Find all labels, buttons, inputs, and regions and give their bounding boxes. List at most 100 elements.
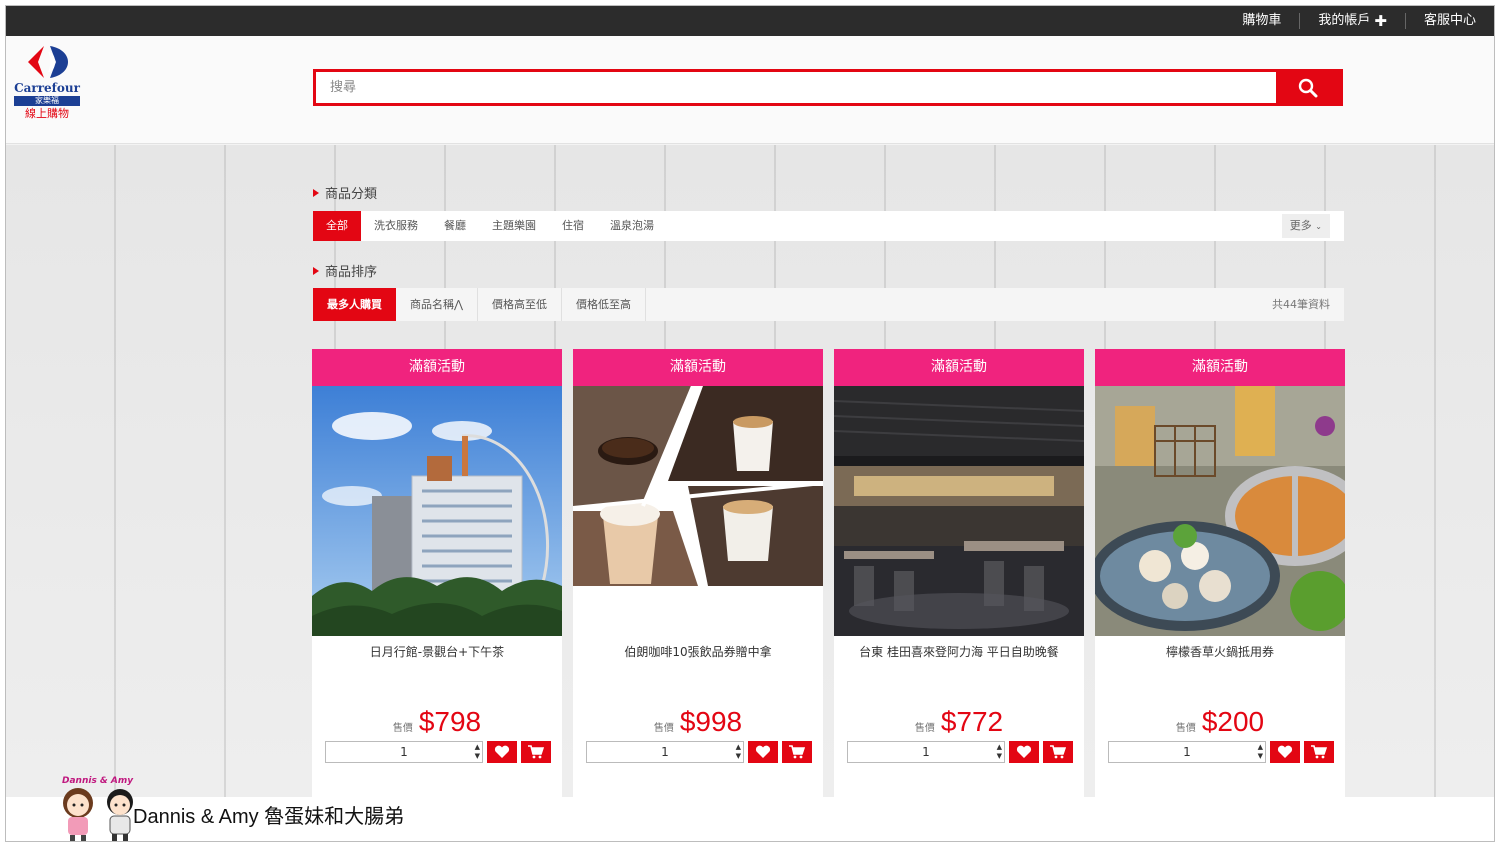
product-card[interactable]: 滿額活動 伯朗咖啡10張飲品券贈中拿 售價 $998 1 ▲ ▼ bbox=[573, 349, 823, 798]
heart-icon bbox=[1016, 745, 1032, 758]
price-value: $998 bbox=[679, 706, 743, 737]
product-image[interactable] bbox=[573, 386, 823, 636]
price-label: 售價 bbox=[653, 723, 674, 734]
price-label: 售價 bbox=[392, 723, 413, 734]
price-row: 售價 $998 bbox=[573, 706, 823, 740]
cart-link-label: 購物車 bbox=[1242, 13, 1282, 28]
logo-sub-blue: 家樂福 bbox=[14, 96, 80, 106]
product-title[interactable]: 伯朗咖啡10張飲品券贈中拿 bbox=[573, 636, 823, 706]
stepper-arrows-icon[interactable]: ▲ ▼ bbox=[1258, 743, 1263, 761]
cart-icon bbox=[528, 745, 544, 759]
sort-title-text: 商品排序 bbox=[325, 265, 378, 280]
sort-most-purchased[interactable]: 最多人購買 bbox=[313, 288, 396, 321]
account-link[interactable]: 我的帳戶 ✚ bbox=[1299, 13, 1405, 29]
stepper-arrows-icon[interactable]: ▲ ▼ bbox=[736, 743, 741, 761]
sort-bar: 最多人購買 商品名稱⋀ 價格高至低 價格低至高 共44筆資料 bbox=[313, 288, 1344, 321]
quantity-value: 1 bbox=[400, 745, 408, 759]
quantity-value: 1 bbox=[661, 745, 669, 759]
more-label: 更多 bbox=[1289, 219, 1312, 232]
quantity-value: 1 bbox=[922, 745, 930, 759]
account-link-label: 我的帳戶 bbox=[1318, 13, 1371, 28]
heart-icon bbox=[494, 745, 510, 758]
customer-service-link[interactable]: 客服中心 bbox=[1404, 13, 1494, 29]
tab-lodging[interactable]: 住宿 bbox=[549, 211, 597, 241]
search-bar bbox=[313, 69, 1343, 106]
price-row: 售價 $772 bbox=[834, 706, 1084, 740]
add-to-cart-button[interactable] bbox=[1043, 741, 1073, 763]
category-section-title: 商品分類 bbox=[313, 183, 377, 202]
quantity-stepper[interactable]: 1 ▲ ▼ bbox=[847, 741, 1005, 763]
price-value: $200 bbox=[1201, 706, 1265, 737]
triangle-right-icon bbox=[313, 188, 319, 197]
stepper-arrows-icon[interactable]: ▲ ▼ bbox=[997, 743, 1002, 761]
logo-name: Carrefour bbox=[14, 81, 80, 95]
tab-hot-spring[interactable]: 溫泉泡湯 bbox=[597, 211, 667, 241]
result-count: 共44筆資料 bbox=[1272, 298, 1330, 311]
triangle-right-icon bbox=[313, 266, 319, 275]
favorite-button[interactable] bbox=[487, 741, 517, 763]
price-label: 售價 bbox=[1175, 723, 1196, 734]
add-to-cart-button[interactable] bbox=[1304, 741, 1334, 763]
cart-icon bbox=[1311, 745, 1327, 759]
add-to-cart-button[interactable] bbox=[782, 741, 812, 763]
sort-section-title: 商品排序 bbox=[313, 261, 377, 280]
chevron-down-icon: ⌄ bbox=[1315, 222, 1322, 231]
sort-price-high-low[interactable]: 價格高至低 bbox=[478, 288, 563, 321]
promo-banner: 滿額活動 bbox=[312, 349, 562, 386]
price-row: 售價 $798 bbox=[312, 706, 562, 740]
header: Carrefour 家樂福 線上購物 bbox=[6, 36, 1494, 144]
quantity-stepper[interactable]: 1 ▲ ▼ bbox=[325, 741, 483, 763]
heart-icon bbox=[755, 745, 771, 758]
buy-row: 1 ▲ ▼ bbox=[834, 740, 1084, 764]
favorite-button[interactable] bbox=[748, 741, 778, 763]
quantity-value: 1 bbox=[1183, 745, 1191, 759]
tab-all[interactable]: 全部 bbox=[313, 211, 361, 241]
carrefour-logo-icon bbox=[22, 42, 72, 82]
favorite-button[interactable] bbox=[1009, 741, 1039, 763]
add-to-cart-button[interactable] bbox=[521, 741, 551, 763]
promo-banner: 滿額活動 bbox=[1095, 349, 1345, 386]
cart-icon bbox=[789, 745, 805, 759]
screenshot-frame: 購物車 我的帳戶 ✚ 客服中心 Carrefour 家樂福 線上購物 搜尋 商品… bbox=[5, 5, 1495, 842]
price-value: $798 bbox=[418, 706, 482, 737]
product-card[interactable]: 滿額活動 bbox=[312, 349, 562, 798]
cart-icon bbox=[1050, 745, 1066, 759]
plus-icon: ✚ bbox=[1374, 12, 1387, 30]
quantity-stepper[interactable]: 1 ▲ ▼ bbox=[1108, 741, 1266, 763]
product-image[interactable] bbox=[834, 386, 1084, 636]
product-image[interactable] bbox=[1095, 386, 1345, 636]
top-links: 購物車 我的帳戶 ✚ 客服中心 bbox=[1224, 6, 1494, 36]
carrefour-logo[interactable]: Carrefour 家樂福 線上購物 bbox=[14, 42, 80, 121]
watermark-text: Dannis & Amy 魯蛋妹和大腸弟 bbox=[133, 806, 405, 828]
girl-avatar-icon bbox=[58, 785, 98, 841]
favorite-button[interactable] bbox=[1270, 741, 1300, 763]
product-title[interactable]: 檸檬香草火鍋抵用券 bbox=[1095, 636, 1345, 706]
product-title[interactable]: 日月行館-景觀台+下午茶 bbox=[312, 636, 562, 706]
tab-restaurant[interactable]: 餐廳 bbox=[431, 211, 479, 241]
sort-name[interactable]: 商品名稱⋀ bbox=[396, 288, 479, 321]
buy-row: 1 ▲ ▼ bbox=[312, 740, 562, 764]
more-button[interactable]: 更多 ⌄ bbox=[1281, 214, 1330, 238]
logo-sub-red: 線上購物 bbox=[25, 107, 69, 120]
quantity-stepper[interactable]: 1 ▲ ▼ bbox=[586, 741, 744, 763]
product-title[interactable]: 台東 桂田喜來登阿力海 平日自助晚餐 bbox=[834, 636, 1084, 706]
cart-link[interactable]: 購物車 bbox=[1224, 13, 1299, 29]
buy-row: 1 ▲ ▼ bbox=[1095, 740, 1345, 764]
watermark-footer: Dannis & Amy Dannis & Amy 魯蛋妹和大腸弟 bbox=[6, 776, 1494, 841]
product-card[interactable]: 滿額活動 台東 桂田喜來登阿力海 平日自助晚餐 售價 $772 1 ▲ ▼ bbox=[834, 349, 1084, 798]
tab-theme-park[interactable]: 主題樂園 bbox=[479, 211, 549, 241]
product-card[interactable]: 滿額活動 bbox=[1095, 349, 1345, 798]
search-icon bbox=[1298, 78, 1318, 97]
product-image[interactable] bbox=[312, 386, 562, 636]
sort-price-low-high[interactable]: 價格低至高 bbox=[562, 288, 647, 321]
promo-banner: 滿額活動 bbox=[834, 349, 1084, 386]
heart-icon bbox=[1277, 745, 1293, 758]
customer-service-label: 客服中心 bbox=[1423, 13, 1476, 28]
category-title-text: 商品分類 bbox=[325, 187, 378, 202]
tab-laundry[interactable]: 洗衣服務 bbox=[361, 211, 431, 241]
price-label: 售價 bbox=[914, 723, 935, 734]
top-bar: 購物車 我的帳戶 ✚ 客服中心 bbox=[6, 6, 1494, 36]
search-button[interactable] bbox=[1276, 72, 1340, 103]
stepper-arrows-icon[interactable]: ▲ ▼ bbox=[475, 743, 480, 761]
search-input[interactable] bbox=[316, 72, 1276, 103]
